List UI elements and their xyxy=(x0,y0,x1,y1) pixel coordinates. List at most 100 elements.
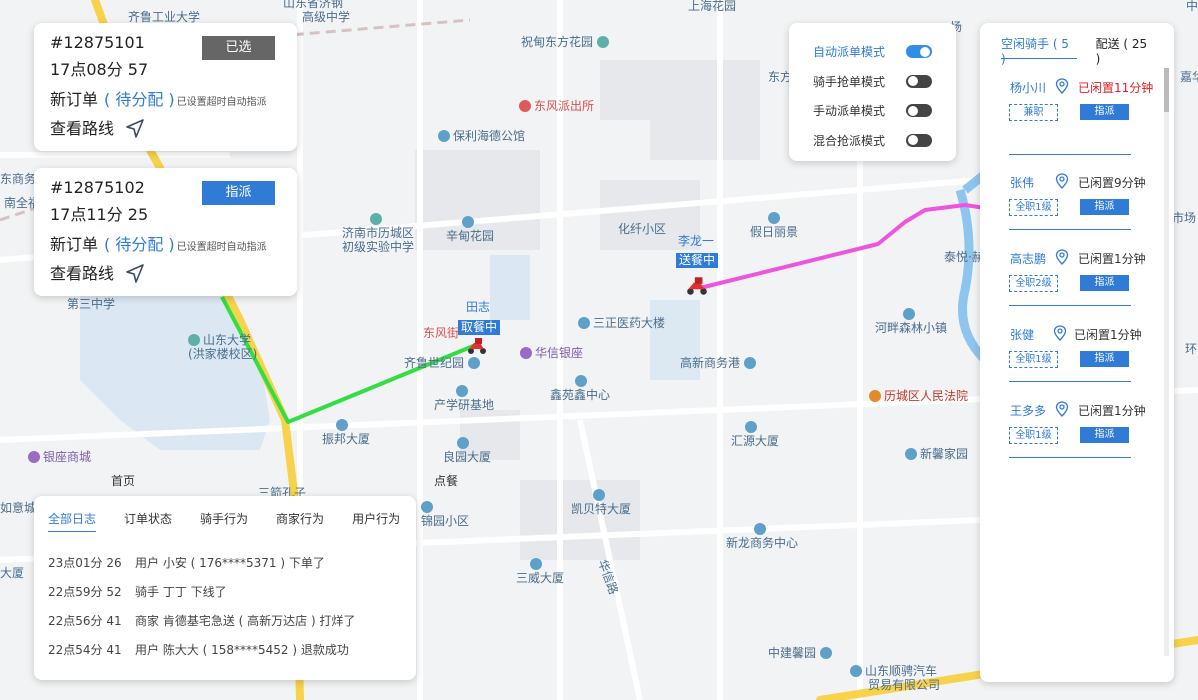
poi-label: 祝甸东方花园 xyxy=(521,35,612,49)
rider-name: 杨小川 xyxy=(1010,81,1047,95)
order-time: 17点08分 57 xyxy=(50,60,149,79)
rider-item[interactable]: 高志鹏 已闲置1分钟 全职2级 指派 xyxy=(1009,230,1146,306)
rider-name: 高志鹏 xyxy=(1010,252,1047,266)
scooter-icon[interactable] xyxy=(466,337,488,359)
poi-label: 高新商务港 xyxy=(680,356,759,370)
rider-level-badge: 全职2级 xyxy=(1009,275,1058,292)
log-tabs: 全部日志 订单状态 骑手行为 商家行为 用户行为 xyxy=(34,496,416,534)
rider-idle-time: 已闲置1分钟 xyxy=(1078,404,1146,418)
rider-list-scrollbar[interactable] xyxy=(1164,68,1169,656)
mode-toggle[interactable] xyxy=(906,74,932,88)
poi-label: 锦园小区 xyxy=(421,500,469,528)
poi-icon xyxy=(336,419,348,431)
mode-toggle[interactable] xyxy=(906,104,932,118)
view-route-link[interactable]: 查看路线 xyxy=(50,117,281,141)
poi-icon xyxy=(370,213,382,225)
poi-label: 三正医药大楼 xyxy=(578,316,665,330)
scooter-icon[interactable] xyxy=(685,276,709,300)
assign-rider-button[interactable]: 指派 xyxy=(1080,427,1129,443)
poi-label: 化纤小区 xyxy=(618,222,667,236)
rider-level-badge: 全职1级 xyxy=(1009,199,1058,216)
mode-row-auto: 自动派单模式 xyxy=(813,37,932,67)
log-time: 23点01分 26 xyxy=(48,556,122,570)
assign-rider-button[interactable]: 指派 xyxy=(1080,275,1129,291)
log-row: 22点54分 41 用户 陈大大 ( 158****5452 ) 退款成功 xyxy=(48,641,355,670)
rider-list: 杨小川 已闲置11分钟 兼职 指派 张伟 已闲置9分钟 全职1级 指派 高志鹏 … xyxy=(1009,78,1153,458)
location-pin-icon[interactable] xyxy=(1055,78,1069,94)
poi-icon xyxy=(820,647,833,659)
rider-name: 张健 xyxy=(1010,328,1035,342)
view-route-link[interactable]: 查看路线 xyxy=(50,262,281,286)
assign-button[interactable]: 指派 xyxy=(202,181,275,205)
rider-level-badge: 全职1级 xyxy=(1009,351,1058,368)
mode-toggle[interactable] xyxy=(906,133,932,147)
poi-label: 嘉华 xyxy=(1180,70,1198,84)
log-time: 22点56分 41 xyxy=(48,614,122,628)
tab-user-behavior[interactable]: 用户行为 xyxy=(352,510,400,532)
mode-row-grab: 骑手抢单模式 xyxy=(813,67,932,97)
poi-label: 华信银座 xyxy=(520,346,583,360)
poi-icon xyxy=(744,357,757,369)
poi-icon xyxy=(593,489,605,501)
location-pin-icon[interactable] xyxy=(1053,325,1067,341)
rider-level-badge: 全职1级 xyxy=(1009,427,1058,444)
poi-label: 河畔森林小镇 xyxy=(875,307,947,335)
poi-label: 山东大学 (洪家楼校区) xyxy=(188,333,258,361)
view-route-label: 查看路线 xyxy=(50,119,115,138)
rider-idle-time: 已闲置1分钟 xyxy=(1074,328,1142,342)
rider-marker-name: 李龙一 xyxy=(678,234,715,248)
rider-idle-time: 已闲置9分钟 xyxy=(1078,176,1146,190)
poi-label: 首页 xyxy=(111,474,136,488)
poi-label: 第三中学 xyxy=(67,297,116,311)
poi-label: 银座商城 xyxy=(28,450,91,464)
poi-icon xyxy=(456,385,468,397)
order-card[interactable]: #12875101 17点08分 57 新订单( 待分配 ) 已设置超时自动指派 … xyxy=(34,23,297,151)
assign-rider-button[interactable]: 指派 xyxy=(1080,199,1129,215)
poi-icon xyxy=(768,212,780,224)
poi-label: 新龙商务中心 xyxy=(726,522,798,550)
poi-icon xyxy=(905,448,917,460)
mode-label: 手动派单模式 xyxy=(813,104,886,119)
dispatch-mode-panel: 自动派单模式 骑手抢单模式 手动派单模式 混合抢派模式 xyxy=(789,23,956,161)
poi-label: 点餐 xyxy=(434,474,459,488)
mode-row-mixed: 混合抢派模式 xyxy=(813,126,932,156)
poi-label: 中建馨园 xyxy=(768,646,835,660)
location-pin-icon[interactable] xyxy=(1055,173,1069,189)
rider-idle-time: 已闲置1分钟 xyxy=(1078,252,1146,266)
poi-label: 汇源大厦 xyxy=(731,420,779,448)
assign-rider-button[interactable]: 指派 xyxy=(1080,104,1129,120)
poi-icon xyxy=(597,36,610,48)
assign-rider-button[interactable]: 指派 xyxy=(1080,351,1129,367)
tab-delivering[interactable]: 配送 ( 25 ) xyxy=(1096,35,1155,66)
rider-item[interactable]: 张健 已闲置1分钟 全职1级 指派 xyxy=(1009,306,1142,382)
mode-toggle[interactable] xyxy=(906,45,932,59)
rider-item[interactable]: 杨小川 已闲置11分钟 兼职 指派 xyxy=(1009,78,1153,155)
court-icon xyxy=(869,390,881,402)
order-card[interactable]: #12875102 17点11分 25 新订单( 待分配 ) 已设置超时自动指派 … xyxy=(34,168,297,296)
tab-order-status[interactable]: 订单状态 xyxy=(124,510,172,532)
location-pin-icon[interactable] xyxy=(1055,249,1069,265)
rider-name: 张伟 xyxy=(1010,176,1035,190)
tab-all-logs[interactable]: 全部日志 xyxy=(48,510,97,532)
log-text: 用户 陈大大 ( 158****5452 ) 退款成功 xyxy=(135,643,349,657)
order-pending-label: ( 待分配 ) xyxy=(104,90,175,109)
tab-rider-behavior[interactable]: 骑手行为 xyxy=(200,510,248,532)
navigation-arrow-icon xyxy=(126,264,144,283)
poi-label: 产学研基地 xyxy=(434,384,494,412)
order-status-label: 新订单 xyxy=(50,235,99,254)
order-time: 17点11分 25 xyxy=(50,205,149,224)
log-row: 22点59分 52 骑手 丁丁 下线了 xyxy=(48,583,355,612)
tab-merchant-behavior[interactable]: 商家行为 xyxy=(276,510,324,532)
location-pin-icon[interactable] xyxy=(1055,401,1069,417)
tab-idle-riders[interactable]: 空闲骑手 ( 5 ) xyxy=(1001,35,1077,66)
navigation-arrow-icon xyxy=(126,119,144,138)
rider-status-tag: 取餐中 xyxy=(458,320,501,335)
selected-button[interactable]: 已选 xyxy=(202,36,275,60)
log-text: 商家 肯德基宅急送 ( 高新万达店 ) 打烊了 xyxy=(135,614,356,628)
log-row: 22点56分 41 商家 肯德基宅急送 ( 高新万达店 ) 打烊了 xyxy=(48,612,355,641)
scrollbar-thumb[interactable] xyxy=(1164,68,1169,112)
poi-label: 山东省济钢 xyxy=(283,0,344,10)
poi-icon xyxy=(745,421,757,433)
rider-item[interactable]: 张伟 已闲置9分钟 全职1级 指派 xyxy=(1009,154,1146,230)
rider-item[interactable]: 王多多 已闲置1分钟 全职1级 指派 xyxy=(1009,382,1146,458)
